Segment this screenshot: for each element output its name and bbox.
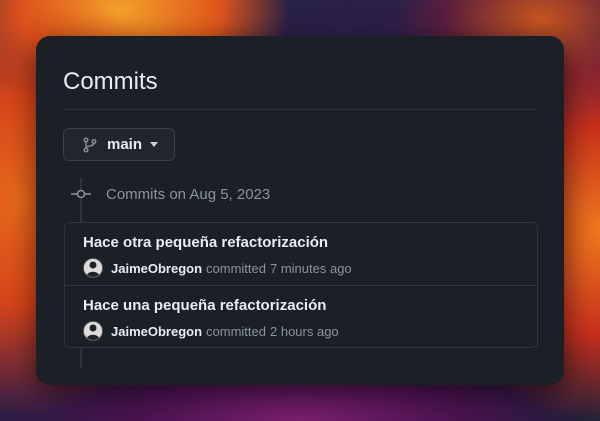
commit-time: 2 hours ago [270, 323, 339, 339]
commit-message-link[interactable]: Hace otra pequeña refactorización [83, 234, 328, 251]
branch-select-button[interactable]: main [63, 128, 175, 161]
page-title: Commits [63, 68, 158, 95]
commit-author-link[interactable]: JaimeObregon [111, 261, 202, 276]
commit-time: 7 minutes ago [270, 260, 352, 276]
avatar[interactable] [83, 321, 103, 341]
commit-message-link[interactable]: Hace una pequeña refactorización [83, 297, 326, 314]
git-commit-icon [71, 187, 91, 199]
commit-meta: JaimeObregon committed 7 minutes ago [83, 258, 352, 278]
title-divider [63, 109, 537, 110]
commit-list: Hace otra pequeña refactorización JaimeO… [64, 222, 538, 348]
commit-meta: JaimeObregon committed 2 hours ago [83, 321, 339, 341]
avatar[interactable] [83, 258, 103, 278]
list-item: Hace otra pequeña refactorización JaimeO… [65, 223, 537, 285]
git-branch-icon [82, 137, 98, 153]
commits-panel: Commits main Commits on Aug 5, 2023 Hace… [36, 36, 564, 385]
commit-verb: committed [206, 260, 266, 276]
commit-verb: committed [206, 323, 266, 339]
commit-group-heading: Commits on Aug 5, 2023 [106, 186, 271, 203]
branch-name: main [107, 136, 143, 153]
commit-author-link[interactable]: JaimeObregon [111, 324, 202, 339]
list-item: Hace una pequeña refactorización JaimeOb… [65, 285, 537, 348]
caret-down-icon [150, 142, 159, 147]
